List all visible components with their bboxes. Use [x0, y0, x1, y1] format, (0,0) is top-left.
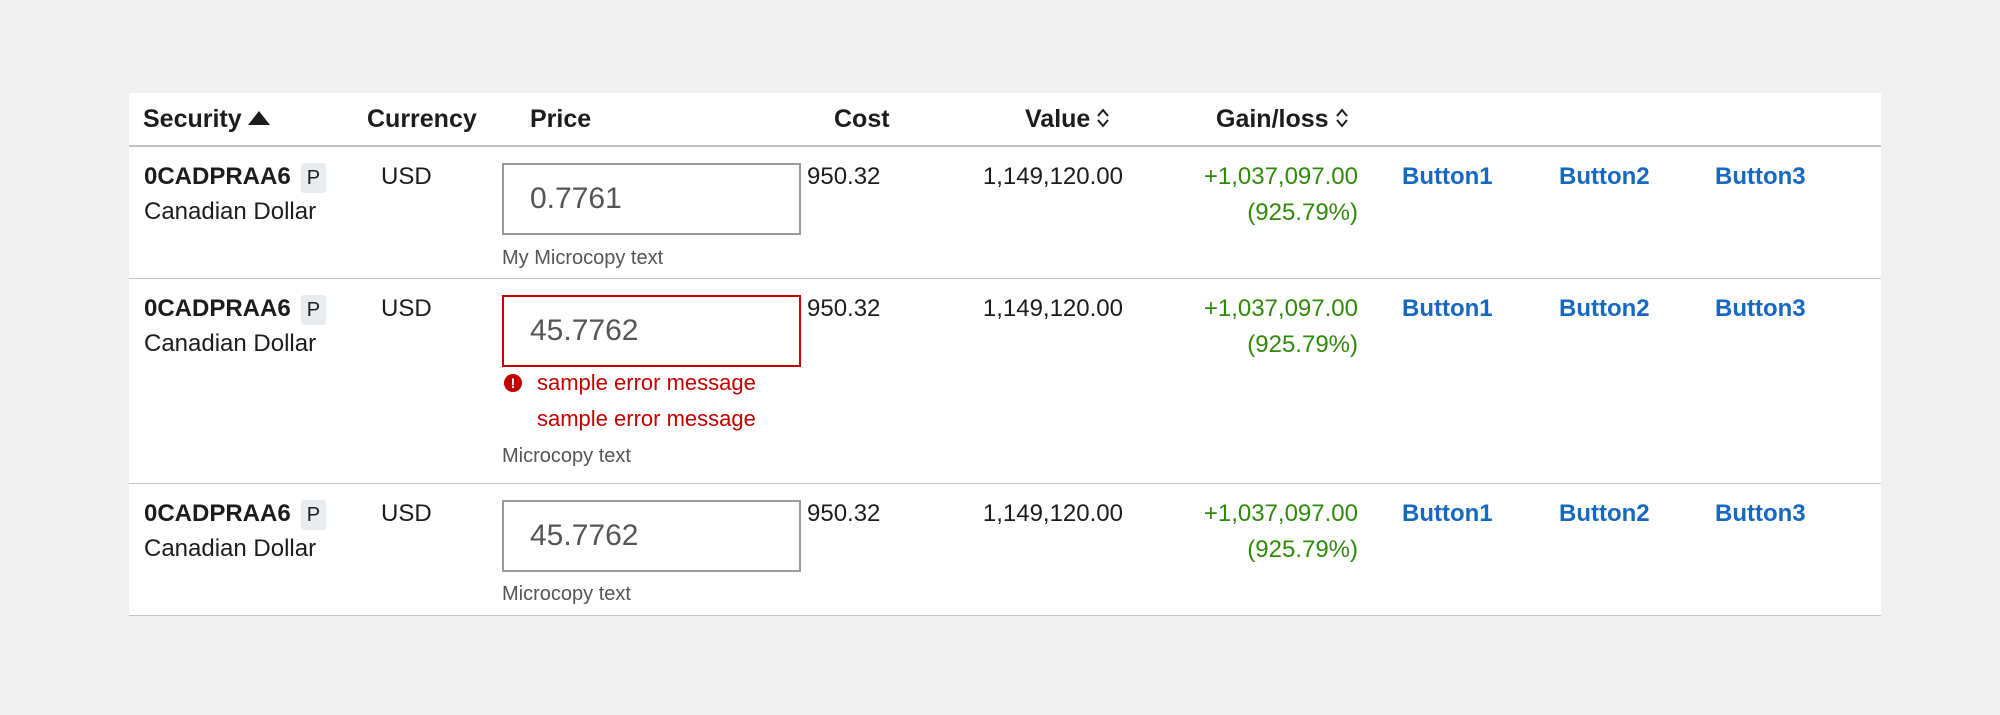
security-symbol: 0CADPRAA6 P	[144, 498, 327, 530]
security-symbol: 0CADPRAA6 P	[144, 293, 327, 325]
button2[interactable]: Button2	[1559, 161, 1650, 193]
button3[interactable]: Button3	[1715, 161, 1806, 193]
column-header-security[interactable]: Security	[143, 104, 270, 134]
value-cell: 1,149,120.00	[982, 163, 1123, 190]
security-badge: P	[300, 163, 327, 193]
column-header-label: Currency	[367, 105, 477, 133]
price-input[interactable]	[502, 295, 801, 367]
button1[interactable]: Button1	[1402, 161, 1493, 193]
price-microcopy: My Microcopy text	[502, 247, 664, 269]
currency-cell: USD	[381, 163, 432, 190]
price-input[interactable]	[502, 163, 801, 235]
button1[interactable]: Button1	[1402, 498, 1493, 530]
security-symbol-text: 0CADPRAA6	[144, 295, 291, 322]
value-cell: 1,149,120.00	[982, 500, 1123, 527]
column-header-value[interactable]: Value	[1025, 104, 1110, 134]
column-header-label: Price	[530, 105, 592, 133]
currency-cell: USD	[381, 500, 432, 527]
price-input[interactable]	[502, 500, 801, 572]
gain-loss-percent: (925.79%)	[1247, 536, 1358, 563]
sort-unsorted-icon[interactable]	[1335, 106, 1349, 130]
button2[interactable]: Button2	[1559, 498, 1650, 530]
column-header-label: Cost	[834, 105, 890, 133]
cost-cell: 950.32	[807, 163, 881, 190]
holdings-table: Security Currency Price Cost Value Gain/…	[129, 93, 1881, 616]
table-row: 0CADPRAA6 P Canadian Dollar USD Microcopy…	[129, 484, 1881, 616]
error-message: sample error message	[537, 406, 756, 431]
column-header-cost: Cost	[834, 104, 890, 134]
table-header: Security Currency Price Cost Value Gain/…	[129, 93, 1881, 147]
sort-unsorted-icon[interactable]	[1096, 106, 1110, 130]
gain-loss-percent: (925.79%)	[1247, 331, 1358, 358]
security-symbol-text: 0CADPRAA6	[144, 163, 291, 190]
button2[interactable]: Button2	[1559, 293, 1650, 325]
security-badge: P	[300, 295, 327, 325]
price-microcopy: Microcopy text	[502, 583, 631, 605]
button1[interactable]: Button1	[1402, 293, 1493, 325]
table-row: 0CADPRAA6 P Canadian Dollar USD ! sample …	[129, 279, 1881, 484]
table-row: 0CADPRAA6 P Canadian Dollar USD My Microc…	[129, 147, 1881, 279]
security-description: Canadian Dollar	[144, 198, 317, 225]
security-description: Canadian Dollar	[144, 535, 317, 562]
gain-loss-amount: +1,037,097.00	[1203, 163, 1358, 190]
column-header-label: Security	[143, 105, 242, 133]
security-symbol-text: 0CADPRAA6	[144, 500, 291, 527]
gain-loss-percent: (925.79%)	[1247, 199, 1358, 226]
cost-cell: 950.32	[807, 295, 881, 322]
error-icon: !	[504, 374, 522, 392]
price-microcopy: Microcopy text	[502, 445, 631, 467]
gain-loss-amount: +1,037,097.00	[1203, 295, 1358, 322]
cost-cell: 950.32	[807, 500, 881, 527]
button3[interactable]: Button3	[1715, 293, 1806, 325]
button3[interactable]: Button3	[1715, 498, 1806, 530]
currency-cell: USD	[381, 295, 432, 322]
security-badge: P	[300, 500, 327, 530]
error-message: sample error message	[537, 370, 756, 395]
column-header-label: Value	[1025, 105, 1091, 133]
gain-loss-amount: +1,037,097.00	[1203, 500, 1358, 527]
column-header-label: Gain/loss	[1216, 105, 1329, 133]
security-symbol: 0CADPRAA6 P	[144, 161, 327, 193]
column-header-currency: Currency	[367, 104, 477, 134]
value-cell: 1,149,120.00	[982, 295, 1123, 322]
security-description: Canadian Dollar	[144, 330, 317, 357]
column-header-price: Price	[530, 104, 591, 134]
column-header-gain-loss[interactable]: Gain/loss	[1216, 104, 1349, 134]
sort-ascending-icon[interactable]	[247, 111, 270, 126]
